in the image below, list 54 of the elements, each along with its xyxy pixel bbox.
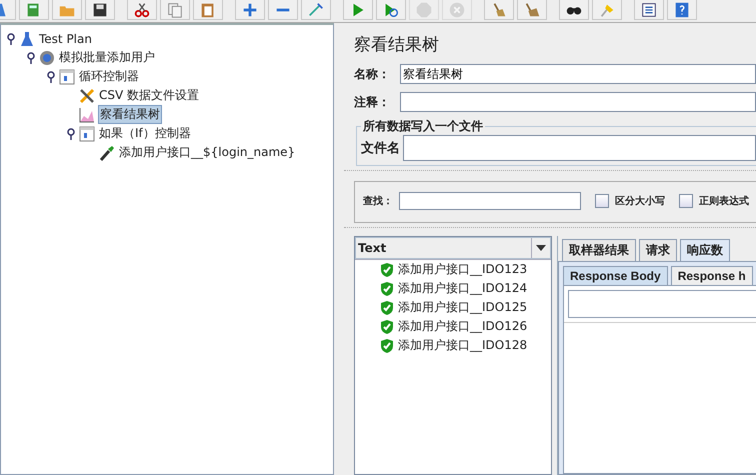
panel-title: 察看结果树 [353,34,440,57]
tree-handle-icon[interactable] [45,70,57,82]
paste-tool-icon[interactable] [193,0,223,20]
file-name-label: 文件名 [361,140,401,157]
name-field[interactable]: 察看结果树 [400,64,756,84]
tree-handle-icon[interactable] [65,128,77,140]
checkbox-label: 区分大小写 [615,194,665,208]
tree-item[interactable]: 如果（If）控制器 [98,125,192,142]
search-label: 查找： [363,194,393,208]
response-search-field[interactable] [568,290,756,318]
comment-label: 注释： [354,94,391,110]
collapse-tool-icon[interactable] [268,0,298,20]
window-icon [79,126,95,142]
result-item[interactable]: 添加用户接口__IDO126 [398,318,528,335]
tree-item[interactable]: 察看结果树 [98,105,162,124]
start-tool-icon[interactable] [343,0,373,20]
tree-item[interactable]: 添加用户接口__${login_name} [118,144,296,161]
expand-tool-icon[interactable] [235,0,265,20]
checkbox[interactable] [679,194,693,208]
window-icon [59,68,75,84]
tree-item[interactable]: 循环控制器 [78,68,140,85]
result-item[interactable]: 添加用户接口__IDO123 [398,261,528,278]
tree-handle-icon[interactable] [25,52,37,64]
file-name-field[interactable] [403,135,756,161]
renderer-dropdown[interactable]: Text [355,237,551,259]
tree-item[interactable]: Test Plan [38,32,93,46]
checkbox-label: 正则表达式 [699,194,749,208]
tab[interactable]: Response h [670,266,753,285]
flask-icon [19,30,35,46]
pipette-icon [99,144,115,160]
help-tool-icon[interactable] [667,0,697,20]
comment-field[interactable] [400,92,756,112]
name-label: 名称： [354,66,391,82]
tools-icon [79,88,95,104]
file-group-label: 所有数据写入一个文件 [362,118,484,135]
checkbox[interactable] [595,194,609,208]
tab[interactable]: 取样器结果 [562,239,636,261]
cut-tool-icon[interactable] [127,0,157,20]
tab[interactable]: 响应数 [680,239,730,261]
tab[interactable]: Response Body [563,266,668,285]
copy-tool-icon[interactable] [160,0,190,20]
result-item[interactable]: 添加用户接口__IDO128 [398,337,528,354]
result-item[interactable]: 添加用户接口__IDO125 [398,299,528,316]
save-tool-icon[interactable] [85,0,115,20]
search-field[interactable] [399,192,581,210]
tree-item[interactable]: 模拟批量添加用户 [58,49,156,66]
result-item[interactable]: 添加用户接口__IDO124 [398,280,528,297]
search-tool-icon[interactable] [559,0,589,20]
chart-icon [79,106,95,122]
gear-icon [39,50,55,66]
caret-icon [536,245,546,251]
tab[interactable]: 请求 [639,239,677,261]
tree-handle-icon[interactable] [5,32,17,44]
tree-item[interactable]: CSV 数据文件设置 [98,87,200,104]
